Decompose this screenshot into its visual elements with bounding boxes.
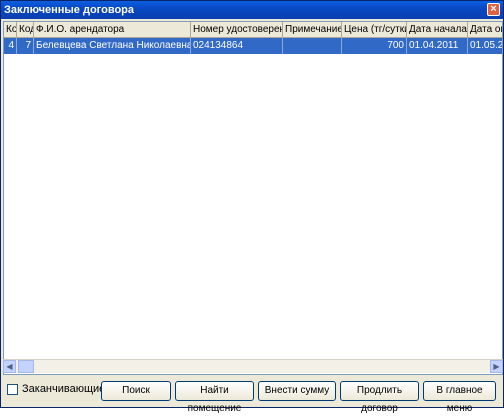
cell-start-date: 01.04.2011 (407, 38, 468, 54)
column-header-start-date[interactable]: Дата начала (407, 22, 468, 38)
scroll-right-icon[interactable]: ▶ (490, 360, 503, 373)
cell-code-2: 7 (17, 38, 34, 54)
scrollbar-thumb[interactable] (18, 360, 34, 373)
enter-amount-button[interactable]: Внести сумму (258, 381, 336, 401)
window-title: Заключенные договора (4, 4, 135, 16)
cell-price: 700 (342, 38, 407, 54)
contracts-table: Код Код Ф.И.О. арендатора Номер удостове… (3, 21, 503, 375)
checkbox-box[interactable] (7, 383, 18, 395)
title-bar[interactable]: Заключенные договора × (1, 1, 503, 19)
cell-tenant-name: Белевцева Светлана Николаевна (34, 38, 191, 54)
column-header-end-date[interactable]: Дата ок (468, 22, 502, 38)
column-header-price[interactable]: Цена (тг/сутки) (342, 22, 407, 38)
close-icon[interactable]: × (487, 3, 500, 16)
main-menu-button[interactable]: В главное меню (423, 381, 496, 414)
find-room-button[interactable]: Найти помещение (175, 381, 254, 414)
column-header-code-2[interactable]: Код (17, 22, 34, 38)
bottom-toolbar: Заканчивающиеся Поиск Найти помещение Вн… (1, 377, 503, 414)
cell-note (283, 38, 342, 54)
column-header-note[interactable]: Примечание (283, 22, 342, 38)
horizontal-scrollbar[interactable]: ◀ ▶ (3, 359, 503, 373)
table-row[interactable]: 4 7 Белевцева Светлана Николаевна 024134… (4, 38, 502, 54)
table-header: Код Код Ф.И.О. арендатора Номер удостове… (4, 22, 502, 38)
column-header-tenant-name[interactable]: Ф.И.О. арендатора (34, 22, 191, 38)
cell-end-date: 01.05.20 (468, 38, 502, 54)
cell-id-number: 024134864 (191, 38, 283, 54)
cell-code: 4 (4, 38, 17, 54)
extend-contract-button[interactable]: Продлить договор (340, 381, 419, 414)
search-button[interactable]: Поиск (101, 381, 171, 401)
scroll-left-icon[interactable]: ◀ (3, 360, 16, 373)
column-header-id-number[interactable]: Номер удостоверения (191, 22, 283, 38)
contracts-window: Заключенные договора × Код Код Ф.И.О. ар… (0, 0, 504, 414)
column-header-code[interactable]: Код (4, 22, 17, 38)
